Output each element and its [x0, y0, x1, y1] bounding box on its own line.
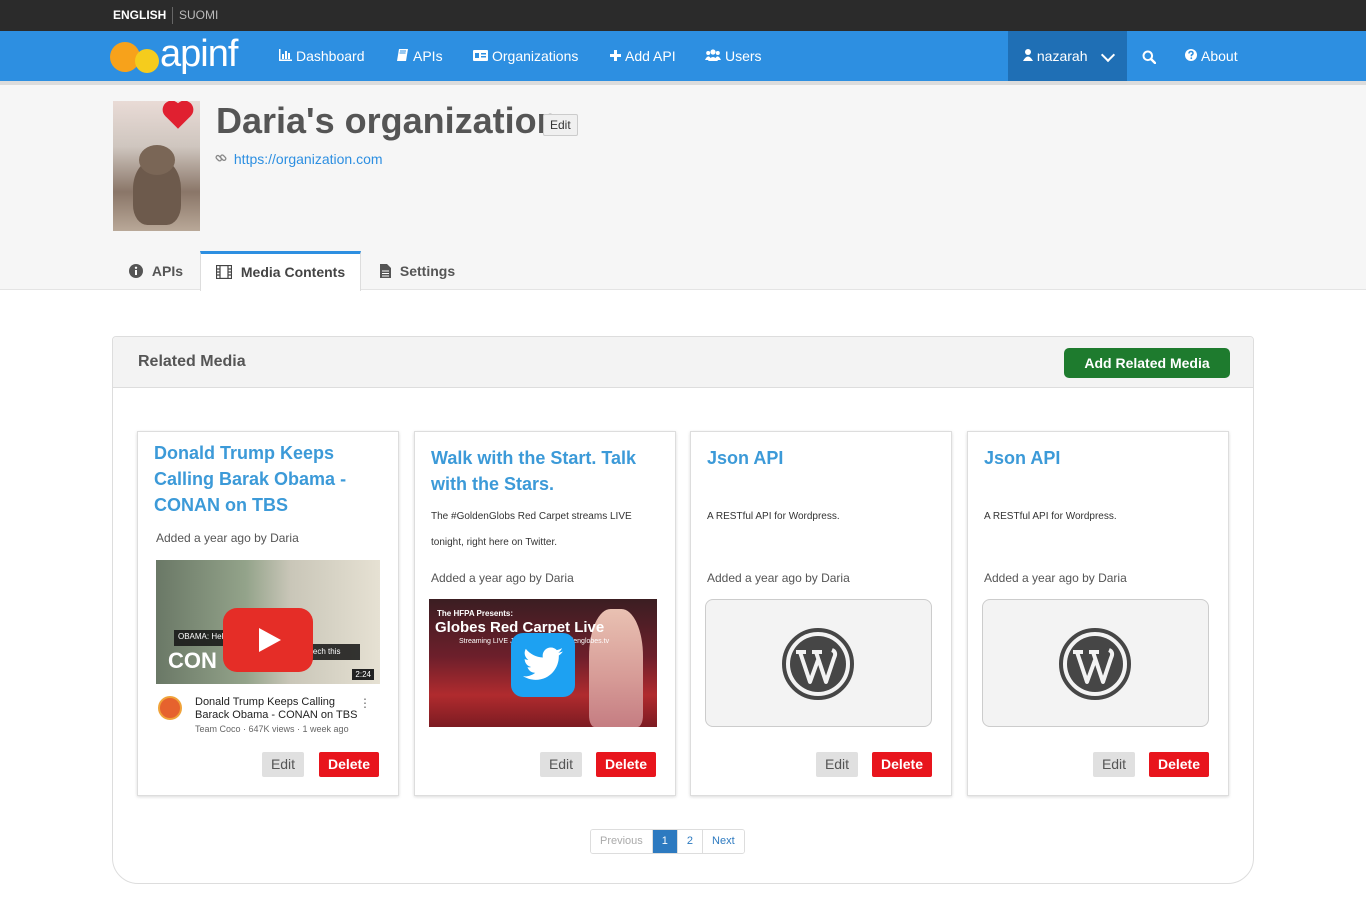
pagination: Previous 1 2 Next — [590, 829, 745, 854]
media-card: Json API A RESTful API for Wordpress. Ad… — [967, 431, 1229, 796]
delete-media-button[interactable]: Delete — [319, 752, 379, 777]
media-card-description: A RESTful API for Wordpress. — [984, 511, 1117, 522]
pagination-page-2[interactable]: 2 — [677, 830, 704, 853]
media-card-meta: Added a year ago by Daria — [707, 571, 850, 585]
media-card-meta: Added a year ago by Daria — [984, 571, 1127, 585]
delete-media-button[interactable]: Delete — [596, 752, 656, 777]
related-media-title: Related Media — [138, 353, 246, 370]
tab-settings-label: Settings — [399, 263, 456, 279]
related-media-header: Related Media Add Related Media — [113, 337, 1253, 388]
media-card-meta: Added a year ago by Daria — [156, 531, 299, 545]
add-related-media-button[interactable]: Add Related Media — [1064, 348, 1230, 378]
video-info: Donald Trump Keeps Calling Barack Obama … — [153, 694, 381, 734]
tweet-thumbnail[interactable]: The HFPA Presents: Globes Red Carpet Liv… — [429, 599, 657, 727]
media-card-title[interactable]: Json API — [707, 445, 939, 471]
plus-icon — [610, 32, 621, 82]
file-icon — [380, 263, 395, 279]
edit-organization-button[interactable]: Edit — [543, 114, 578, 136]
media-card-description: The #GoldenGlobs Red Carpet streams LIVE… — [431, 511, 632, 548]
media-card: Donald Trump Keeps Calling Barak Obama -… — [137, 431, 399, 796]
language-divider — [172, 7, 173, 24]
nav-add-api-label: Add API — [625, 48, 676, 64]
media-card: Walk with the Start. Talk with the Stars… — [414, 431, 676, 796]
media-card: Json API A RESTful API for Wordpress. Ad… — [690, 431, 952, 796]
tab-settings[interactable]: Settings — [380, 251, 455, 290]
twitter-bird-icon — [511, 633, 575, 697]
language-english[interactable]: ENGLISH — [113, 8, 166, 22]
delete-media-button[interactable]: Delete — [872, 752, 932, 777]
edit-media-button[interactable]: Edit — [816, 752, 858, 777]
nav-apis[interactable]: APIs — [397, 31, 443, 81]
media-card-title[interactable]: Walk with the Start. Talk with the Stars… — [431, 445, 663, 497]
main-navbar: apinf Dashboard APIs Organizations Add A… — [0, 31, 1366, 85]
user-icon — [1023, 48, 1037, 64]
tab-media-contents-label: Media Contents — [240, 264, 346, 280]
users-icon — [705, 32, 721, 82]
book-icon — [397, 32, 409, 82]
heart-shape — [165, 103, 191, 129]
organization-url-text: https://organization.com — [233, 151, 383, 167]
logo-dot-yellow — [135, 49, 159, 73]
video-overlay-text: CON — [168, 648, 217, 673]
nav-users[interactable]: Users — [705, 31, 762, 81]
video-stats: Team Coco · 647K views · 1 week ago — [195, 724, 349, 734]
video-duration: 2:24 — [352, 669, 374, 680]
language-bar: ENGLISH SUOMI — [0, 0, 1366, 31]
link-icon — [215, 151, 231, 167]
tweet-thumb-line1: The HFPA Presents: — [437, 609, 514, 618]
edit-media-button[interactable]: Edit — [1093, 752, 1135, 777]
wordpress-logo-icon — [1059, 628, 1131, 700]
apinf-logo[interactable]: apinf — [110, 33, 255, 77]
pagination-previous[interactable]: Previous — [591, 830, 653, 853]
related-media-panel: Related Media Add Related Media Donald T… — [112, 336, 1254, 884]
nav-about-label: About — [1201, 48, 1238, 64]
wordpress-thumbnail[interactable] — [982, 599, 1209, 727]
nav-organizations-label: Organizations — [492, 48, 579, 64]
nav-organizations[interactable]: Organizations — [473, 31, 578, 81]
bar-chart-icon — [279, 32, 292, 82]
media-card-title[interactable]: Donald Trump Keeps Calling Barak Obama -… — [154, 440, 386, 518]
language-suomi[interactable]: SUOMI — [179, 8, 218, 22]
logo-text: apinf — [160, 33, 238, 75]
id-card-icon — [473, 32, 488, 82]
organization-header: Daria's organization Edit https://organi… — [0, 85, 1366, 291]
user-menu-toggle[interactable]: nazarah — [1008, 31, 1127, 81]
organization-url[interactable]: https://organization.com — [215, 151, 383, 167]
edit-media-button[interactable]: Edit — [540, 752, 582, 777]
nav-dashboard[interactable]: Dashboard — [279, 31, 365, 81]
organization-logo — [113, 101, 200, 231]
pagination-page-1[interactable]: 1 — [652, 830, 678, 853]
media-card-meta: Added a year ago by Daria — [431, 571, 574, 585]
wordpress-logo-icon — [782, 628, 854, 700]
delete-media-button[interactable]: Delete — [1149, 752, 1209, 777]
video-thumbnail[interactable]: OBAMA: Hello? speech this CON 2:24 — [156, 560, 380, 684]
film-icon — [215, 264, 236, 280]
chevron-down-icon — [1100, 47, 1116, 63]
nav-dashboard-label: Dashboard — [296, 48, 365, 64]
user-name: nazarah — [1036, 48, 1088, 64]
tab-apis-label: APIs — [151, 263, 184, 279]
info-circle-icon — [129, 263, 147, 279]
nav-add-api[interactable]: Add API — [610, 31, 676, 81]
search-icon — [1142, 48, 1157, 65]
wordpress-thumbnail[interactable] — [705, 599, 932, 727]
youtube-play-icon[interactable] — [223, 608, 313, 672]
edit-media-button[interactable]: Edit — [262, 752, 304, 777]
nav-about[interactable]: About — [1185, 31, 1238, 81]
cat-head-shape — [139, 145, 175, 175]
page-title: Daria's organization — [216, 100, 559, 141]
question-circle-icon — [1185, 32, 1197, 82]
channel-avatar[interactable] — [158, 696, 182, 720]
nav-apis-label: APIs — [413, 48, 443, 64]
video-title[interactable]: Donald Trump Keeps Calling Barack Obama … — [195, 696, 365, 722]
media-card-title[interactable]: Json API — [984, 445, 1216, 471]
pagination-next[interactable]: Next — [703, 830, 744, 853]
tab-apis[interactable]: APIs — [129, 251, 183, 290]
media-card-description: A RESTful API for Wordpress. — [707, 511, 840, 522]
more-vertical-icon[interactable]: ⋮ — [359, 696, 371, 710]
search-button[interactable] — [1142, 31, 1157, 81]
tab-media-contents[interactable]: Media Contents — [200, 251, 362, 291]
nav-users-label: Users — [725, 48, 762, 64]
